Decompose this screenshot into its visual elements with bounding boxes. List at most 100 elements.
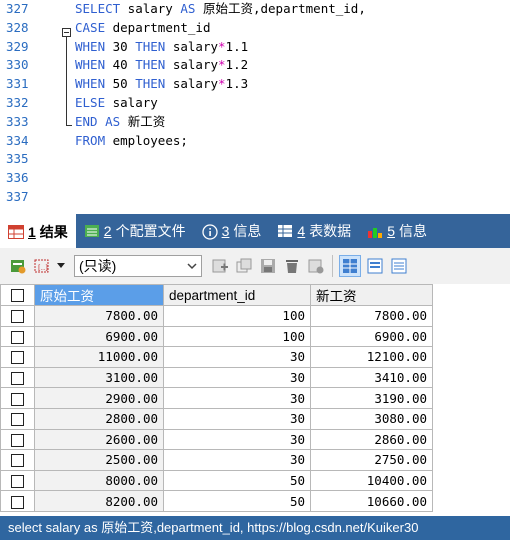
table-cell[interactable]: 30 [163, 449, 311, 471]
export-icon[interactable] [8, 256, 28, 276]
table-row[interactable]: 2600.00 30 2860.00 [0, 428, 433, 451]
row-checkbox[interactable] [0, 428, 35, 451]
row-checkbox[interactable] [0, 366, 35, 389]
profile-icon [84, 224, 100, 238]
table-row[interactable]: 2900.00 30 3190.00 [0, 387, 433, 409]
info-chart-icon [367, 224, 383, 238]
table-cell[interactable]: 30 [163, 428, 311, 451]
table-cell[interactable]: 3410.00 [310, 366, 433, 389]
row-checkbox[interactable] [0, 387, 35, 409]
table-cell[interactable]: 2750.00 [310, 449, 433, 471]
table-cell[interactable]: 30 [163, 346, 311, 368]
tab-profile[interactable]: 2 个配置文件 [76, 216, 194, 246]
table-cell[interactable]: 50 [163, 469, 311, 492]
table-cell[interactable]: 50 [163, 490, 311, 512]
table-cell[interactable]: 2500.00 [34, 449, 164, 471]
tab-label: 表数据 [309, 223, 352, 239]
table-row[interactable]: 6900.00 100 6900.00 [0, 325, 433, 348]
row-checkbox[interactable] [0, 490, 35, 512]
table-cell[interactable]: 6900.00 [310, 325, 433, 348]
column-header-new-salary[interactable]: 新工资 [310, 284, 433, 306]
table-cell[interactable]: 10400.00 [310, 469, 433, 492]
table-row[interactable]: 2800.00 30 3080.00 [0, 407, 433, 430]
table-row[interactable]: 3100.00 30 3410.00 [0, 366, 433, 389]
table-row[interactable]: 8200.00 50 10660.00 [0, 490, 433, 512]
fold-collapse-icon[interactable] [62, 28, 71, 37]
sql-editor[interactable]: 327 SELECT salary AS 原始工资,department_id, 3… [0, 0, 510, 214]
row-checkbox[interactable] [0, 449, 35, 471]
refresh-row-icon[interactable] [306, 256, 326, 276]
tab-table-data[interactable]: 4 表数据 [269, 216, 359, 246]
code-line[interactable]: 329 WHEN 30 THEN salary*1.1 [0, 38, 510, 57]
code-text: WHEN 30 THEN salary*1.1 [75, 38, 248, 57]
import-icon[interactable]: [..] [32, 256, 52, 276]
table-cell[interactable]: 3080.00 [310, 407, 433, 430]
tab-info[interactable]: 3 信息 [194, 216, 270, 246]
table-cell[interactable]: 7800.00 [34, 305, 164, 327]
table-cell[interactable]: 3190.00 [310, 387, 433, 409]
code-line[interactable]: 336 [0, 169, 510, 188]
result-grid[interactable]: 原始工资 department_id 新工资 7800.00 100 7800.00… [0, 284, 510, 516]
row-checkbox[interactable] [0, 469, 35, 492]
bottom-margin [0, 540, 510, 548]
tab-info-chart[interactable]: 5 信息 [359, 216, 435, 246]
row-checkbox[interactable] [0, 346, 35, 368]
code-line[interactable]: 331 WHEN 50 THEN salary*1.3 [0, 75, 510, 94]
code-line[interactable]: 335 [0, 150, 510, 169]
table-cell[interactable]: 100 [163, 305, 311, 327]
code-line[interactable]: 332 ELSE salary [0, 94, 510, 113]
table-row[interactable]: 2500.00 30 2750.00 [0, 449, 433, 471]
table-cell[interactable]: 12100.00 [310, 346, 433, 368]
table-cell[interactable]: 11000.00 [34, 346, 164, 368]
tab-table-result[interactable]: 1 结果 [0, 214, 76, 248]
table-cell[interactable]: 30 [163, 387, 311, 409]
form-view-icon[interactable] [365, 256, 385, 276]
code-line[interactable]: 330 WHEN 40 THEN salary*1.2 [0, 56, 510, 75]
table-cell[interactable]: 7800.00 [310, 305, 433, 327]
grid-view-icon[interactable] [339, 255, 361, 277]
tab-label: 信息 [398, 223, 427, 239]
code-line[interactable]: 327 SELECT salary AS 原始工资,department_id, [0, 0, 510, 19]
row-checkbox[interactable] [0, 305, 35, 327]
select-all-checkbox[interactable] [0, 284, 35, 306]
chevron-down-icon[interactable] [56, 256, 66, 276]
save-icon[interactable] [258, 256, 278, 276]
table-cell[interactable]: 2600.00 [34, 428, 164, 451]
column-header-department-id[interactable]: department_id [163, 284, 311, 306]
table-cell[interactable]: 6900.00 [34, 325, 164, 348]
code-line[interactable]: 328 CASE department_id [0, 19, 510, 38]
code-line[interactable]: 334 FROM employees; [0, 132, 510, 151]
sql-token: 1.3 [225, 76, 249, 92]
table-cell[interactable]: 8200.00 [34, 490, 164, 512]
table-cell[interactable]: 10660.00 [310, 490, 433, 512]
table-cell[interactable]: 2860.00 [310, 428, 433, 451]
text-view-icon[interactable] [389, 256, 409, 276]
row-checkbox[interactable] [0, 407, 35, 430]
table-cell[interactable]: 3100.00 [34, 366, 164, 389]
sql-operator: * [218, 38, 226, 54]
code-text: WHEN 40 THEN salary*1.2 [75, 56, 248, 75]
table-cell[interactable]: 30 [163, 366, 311, 389]
line-number: 329 [6, 38, 29, 54]
code-line[interactable]: 337 [0, 188, 510, 207]
fold-guide-end [66, 125, 72, 126]
row-checkbox[interactable] [0, 325, 35, 348]
table-row[interactable]: 8000.00 50 10400.00 [0, 469, 433, 492]
column-header-original-salary[interactable]: 原始工资 [34, 284, 164, 306]
table-cell[interactable]: 8000.00 [34, 469, 164, 492]
table-row[interactable]: 7800.00 100 7800.00 [0, 305, 433, 327]
table-cell[interactable]: 2900.00 [34, 387, 164, 409]
result-toolbar: [..] (只读) [0, 248, 510, 284]
info-icon [201, 224, 218, 240]
delete-icon[interactable] [282, 256, 302, 276]
sql-keyword: FROM [75, 132, 106, 148]
table-cell[interactable]: 30 [163, 407, 311, 430]
add-row-icon[interactable] [210, 256, 230, 276]
table-cell[interactable]: 100 [163, 325, 311, 348]
readonly-select[interactable]: (只读) [74, 255, 202, 277]
table-cell[interactable]: 2800.00 [34, 407, 164, 430]
duplicate-row-icon[interactable] [234, 256, 254, 276]
code-line[interactable]: 333 END AS 新工资 [0, 113, 510, 132]
table-row[interactable]: 11000.00 30 12100.00 [0, 346, 433, 368]
